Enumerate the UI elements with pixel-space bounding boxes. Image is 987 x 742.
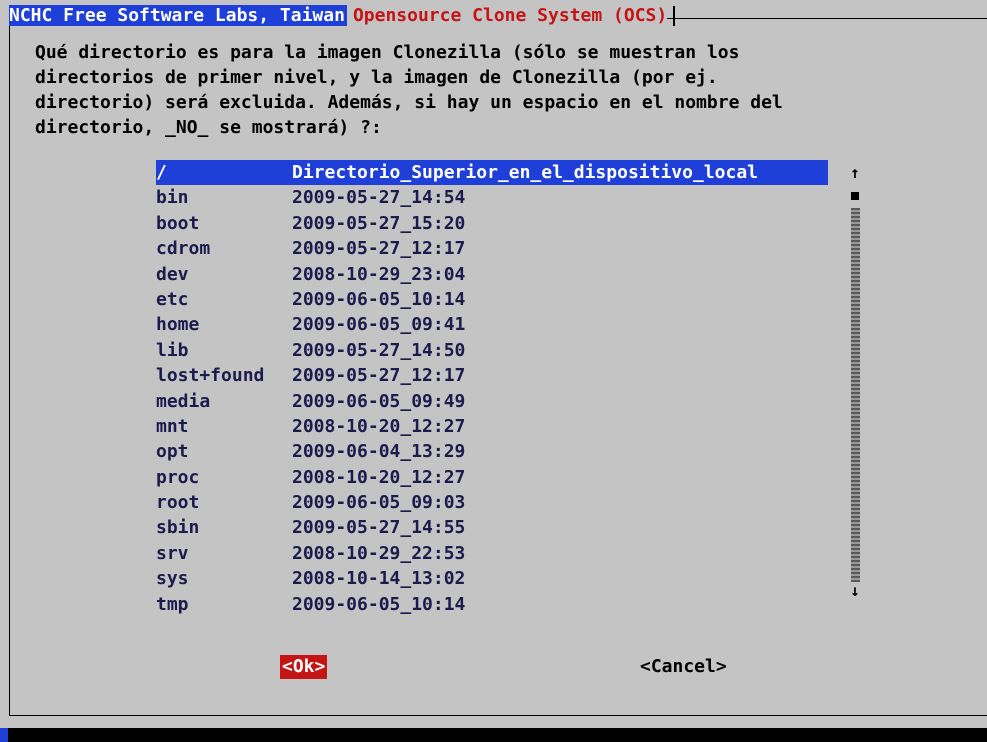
list-item[interactable]: srv 2008-10-29_22:53 [156, 541, 828, 566]
dialog-title: NCHC Free Software Labs, Taiwan Opensourc… [9, 4, 676, 28]
list-item[interactable]: tmp 2009-06-05_10:14 [156, 592, 828, 617]
directory-name: dev [156, 263, 189, 285]
directory-date: 2009-06-05_09:03 [292, 492, 466, 514]
directory-date: 2009-05-27_12:17 [292, 365, 466, 387]
directory-name: bin [156, 187, 189, 209]
list-item[interactable]: mnt 2008-10-20_12:27 [156, 414, 828, 439]
directory-name: boot [156, 212, 200, 234]
scroll-up-arrow-icon[interactable]: ↑ [848, 164, 862, 182]
directory-date: 2009-05-27_14:54 [292, 187, 466, 209]
list-item[interactable]: lost+found 2009-05-27_12:17 [156, 363, 828, 388]
scrollbar-thumb[interactable] [851, 192, 859, 200]
directory-date: 2009-06-05_10:14 [292, 593, 466, 615]
directory-name: mnt [156, 415, 189, 437]
scrollbar[interactable]: ↑ ↓ [848, 164, 862, 604]
list-item[interactable]: media 2009-06-05_09:49 [156, 389, 828, 414]
directory-date: 2008-10-20_12:27 [292, 466, 466, 488]
directory-name: / [156, 162, 167, 183]
directory-list[interactable]: / Directorio_Superior_en_el_dispositivo_l… [156, 160, 828, 617]
bottom-bar [0, 728, 987, 742]
directory-date: 2009-05-27_15:20 [292, 212, 466, 234]
directory-date: 2008-10-20_12:27 [292, 415, 466, 437]
list-item[interactable]: opt 2009-06-04_13:29 [156, 439, 828, 464]
list-item[interactable]: sys 2008-10-14_13:02 [156, 566, 828, 591]
directory-date: 2009-06-05_10:14 [292, 288, 466, 310]
list-item[interactable]: proc 2008-10-20_12:27 [156, 465, 828, 490]
cancel-button[interactable]: <Cancel> [640, 655, 727, 679]
directory-date: 2009-06-04_13:29 [292, 441, 466, 463]
directory-name: cdrom [156, 238, 211, 260]
directory-date: 2009-06-05_09:41 [292, 314, 466, 336]
directory-name: lost+found [156, 365, 265, 387]
directory-name: etc [156, 288, 189, 310]
title-separator [673, 6, 676, 26]
list-item[interactable]: lib 2009-05-27_14:50 [156, 338, 828, 363]
directory-name: proc [156, 466, 200, 488]
directory-name: srv [156, 542, 189, 564]
ok-button[interactable]: <Ok> [280, 655, 328, 679]
directory-date: 2008-10-29_23:04 [292, 263, 466, 285]
list-item[interactable]: boot 2009-05-27_15:20 [156, 211, 828, 236]
list-item[interactable]: / Directorio_Superior_en_el_dispositivo_l… [156, 160, 828, 186]
directory-name: sbin [156, 517, 200, 539]
directory-name: opt [156, 441, 189, 463]
directory-date: 2009-05-27_14:50 [292, 339, 466, 361]
scroll-down-arrow-icon[interactable]: ↓ [848, 582, 862, 600]
title-left: NCHC Free Software Labs, Taiwan [9, 5, 347, 26]
list-item[interactable]: home 2009-06-05_09:41 [156, 312, 828, 337]
directory-date: 2009-05-27_12:17 [292, 238, 466, 260]
directory-date: 2008-10-14_13:02 [292, 568, 466, 590]
directory-date: Directorio_Superior_en_el_dispositivo_lo… [292, 162, 758, 183]
scrollbar-track[interactable] [851, 208, 860, 582]
directory-name: media [156, 390, 211, 412]
directory-date: 2009-05-27_14:55 [292, 517, 466, 539]
list-item[interactable]: root 2009-06-05_09:03 [156, 490, 828, 515]
directory-name: tmp [156, 593, 189, 615]
directory-name: sys [156, 568, 189, 590]
list-item[interactable]: bin 2009-05-27_14:54 [156, 185, 828, 210]
list-item[interactable]: dev 2008-10-29_23:04 [156, 262, 828, 287]
list-item[interactable]: cdrom 2009-05-27_12:17 [156, 236, 828, 261]
directory-date: 2008-10-29_22:53 [292, 542, 466, 564]
directory-name: home [156, 314, 200, 336]
directory-name: lib [156, 339, 189, 361]
prompt-text: Qué directorio es para la imagen Clonezi… [35, 42, 783, 138]
title-right: Opensource Clone System (OCS) [346, 5, 668, 26]
directory-date: 2009-06-05_09:49 [292, 390, 466, 412]
bottom-left-marker [0, 728, 8, 742]
list-item[interactable]: etc 2009-06-05_10:14 [156, 287, 828, 312]
directory-name: root [156, 492, 200, 514]
list-item[interactable]: sbin 2009-05-27_14:55 [156, 515, 828, 540]
